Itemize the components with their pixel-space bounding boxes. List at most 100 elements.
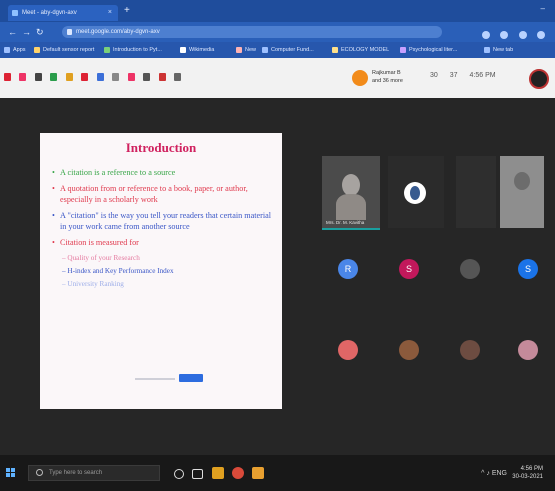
bookmark-item[interactable]: New xyxy=(236,44,256,56)
bookmark-icon xyxy=(262,46,268,53)
self-tile-label: Mrs. Dr. M. Kavitha xyxy=(326,220,365,225)
browser-navbar: ← → ↻ meet.google.com/aby-dgvn-axv xyxy=(0,22,555,42)
bookmark-icon xyxy=(104,46,110,53)
cortana-icon[interactable] xyxy=(174,469,184,479)
slide-bullet: Citation is measured for xyxy=(52,237,274,248)
self-video-tile[interactable]: Mrs. Dr. M. Kavitha xyxy=(322,156,380,230)
user-avatar[interactable] xyxy=(529,69,549,89)
bookmark-item[interactable]: Introduction to Pyt... xyxy=(104,44,162,56)
reload-icon[interactable]: ↻ xyxy=(36,25,44,39)
participant-avatar[interactable] xyxy=(460,259,480,279)
address-bar[interactable]: meet.google.com/aby-dgvn-axv xyxy=(62,26,442,38)
slide-progress xyxy=(135,378,175,380)
clock-date: 30-03-2021 xyxy=(512,474,543,480)
system-tray-icons[interactable]: ^ ♪ ENG xyxy=(481,470,507,477)
meet-stats: 30 37 4:56 PM xyxy=(430,72,506,79)
slide-subbullet: – H-index and Key Performance Index xyxy=(62,267,174,275)
windows-taskbar: Type here to search ^ ♪ ENG 4:56 PM 30-0… xyxy=(0,455,555,491)
extension-icon[interactable] xyxy=(518,31,527,39)
presenter-chip[interactable]: Rajkumar B and 36 more xyxy=(352,68,430,88)
presenter-avatar xyxy=(352,70,368,86)
slide-bullet: A citation is a reference to a source xyxy=(52,167,274,178)
clock-text: 4:56 PM xyxy=(469,72,496,79)
wikimedia-icon xyxy=(180,46,186,53)
new-tab-button[interactable]: + xyxy=(124,5,130,17)
close-tab-icon[interactable]: × xyxy=(108,5,112,21)
extension-icon[interactable] xyxy=(481,31,490,39)
participant-initial: R xyxy=(344,264,352,274)
taskbar-app-icon[interactable] xyxy=(252,467,264,479)
meeting-stage: Introduction A citation is a reference t… xyxy=(0,98,555,455)
participant-video-tile[interactable] xyxy=(500,156,544,228)
grid-icon[interactable] xyxy=(50,72,58,81)
people-icon[interactable] xyxy=(96,72,104,81)
participant-initial: S xyxy=(524,264,531,274)
apps-icon xyxy=(4,46,10,53)
bookmark-item[interactable]: Computer Fund... xyxy=(262,44,314,56)
slide-bullet: A quotation from or reference to a book,… xyxy=(52,183,274,205)
record-icon[interactable] xyxy=(4,72,11,81)
lock-icon xyxy=(67,29,72,35)
browser-tab[interactable]: Meet - aby-dgvn-axv × xyxy=(8,5,118,21)
presenter-sub: and 36 more xyxy=(372,78,403,84)
bookmark-icon xyxy=(400,46,406,53)
participant-tile[interactable] xyxy=(456,156,496,228)
bookmark-item[interactable]: Default sensor report xyxy=(34,44,94,56)
settings-icon[interactable] xyxy=(143,72,151,81)
bookmarks-bar: Apps Default sensor report Introduction … xyxy=(0,42,555,58)
slide-subbullet: – University Ranking xyxy=(62,280,124,288)
participant-avatar[interactable] xyxy=(338,340,358,360)
slide-subbullet: – Quality of your Research xyxy=(62,254,140,262)
presentation-slide: Introduction A citation is a reference t… xyxy=(40,133,282,409)
bookmark-item[interactable]: Psychological liter... xyxy=(400,44,457,56)
participant-avatar[interactable] xyxy=(399,340,419,360)
pen-icon[interactable] xyxy=(34,72,42,81)
participant-tile[interactable] xyxy=(388,156,444,228)
slide-controls[interactable] xyxy=(135,374,203,382)
bookmark-item[interactable]: Apps xyxy=(4,44,26,56)
camera-icon[interactable] xyxy=(81,72,89,81)
browser-tab-strip: Meet - aby-dgvn-axv × + – xyxy=(0,0,555,22)
participant-avatar-figure xyxy=(410,186,420,200)
leave-icon[interactable] xyxy=(158,72,166,81)
task-view-icon[interactable] xyxy=(192,469,203,479)
windows-start-icon[interactable] xyxy=(6,468,16,478)
participant-count: 30 xyxy=(430,72,438,79)
profile-icon[interactable] xyxy=(537,31,545,39)
taskbar-search-box[interactable]: Type here to search xyxy=(28,465,160,481)
bookmark-item[interactable]: Wikimedia xyxy=(180,44,214,56)
participant-head xyxy=(514,172,530,190)
clock-time: 4:56 PM xyxy=(520,466,543,472)
chrome-icon[interactable] xyxy=(232,467,244,479)
bookmark-icon xyxy=(236,46,242,53)
chat-icon[interactable] xyxy=(112,72,120,81)
chat-count: 37 xyxy=(449,72,458,79)
back-arrow-icon[interactable]: ← xyxy=(8,25,17,39)
extension-icon[interactable] xyxy=(500,31,509,39)
present-icon[interactable] xyxy=(127,72,135,81)
participant-avatar[interactable] xyxy=(518,340,538,360)
window-minimize-button[interactable]: – xyxy=(541,4,545,13)
presenter-name: Rajkumar B xyxy=(372,70,401,76)
bookmark-item[interactable]: ECOLOGY MODEL xyxy=(332,44,389,56)
forward-arrow-icon[interactable]: → xyxy=(22,25,31,39)
new-tab-icon xyxy=(484,46,490,53)
search-placeholder: Type here to search xyxy=(49,470,103,476)
url-text: meet.google.com/aby-dgvn-axv xyxy=(76,29,160,35)
participant-body xyxy=(336,194,366,220)
slide-title: Introduction xyxy=(125,140,197,155)
more-icon[interactable] xyxy=(173,72,181,81)
taskbar-clock[interactable]: 4:56 PM 30-03-2021 xyxy=(512,465,543,481)
bookmark-item[interactable]: New tab xyxy=(484,44,513,56)
file-explorer-icon[interactable] xyxy=(212,467,224,479)
bookmark-icon xyxy=(332,46,338,53)
slide-next-button[interactable] xyxy=(179,374,203,382)
meet-favicon-icon xyxy=(12,10,18,16)
reaction-icon[interactable] xyxy=(19,72,27,81)
search-icon xyxy=(36,469,43,476)
hand-icon[interactable] xyxy=(65,72,73,81)
slide-bullet: A "citation" is the way you tell your re… xyxy=(52,210,274,232)
slide-bullets: A citation is a reference to a source A … xyxy=(52,167,274,289)
meet-header: Rajkumar B and 36 more 30 37 4:56 PM xyxy=(0,58,555,98)
participant-avatar[interactable] xyxy=(460,340,480,360)
